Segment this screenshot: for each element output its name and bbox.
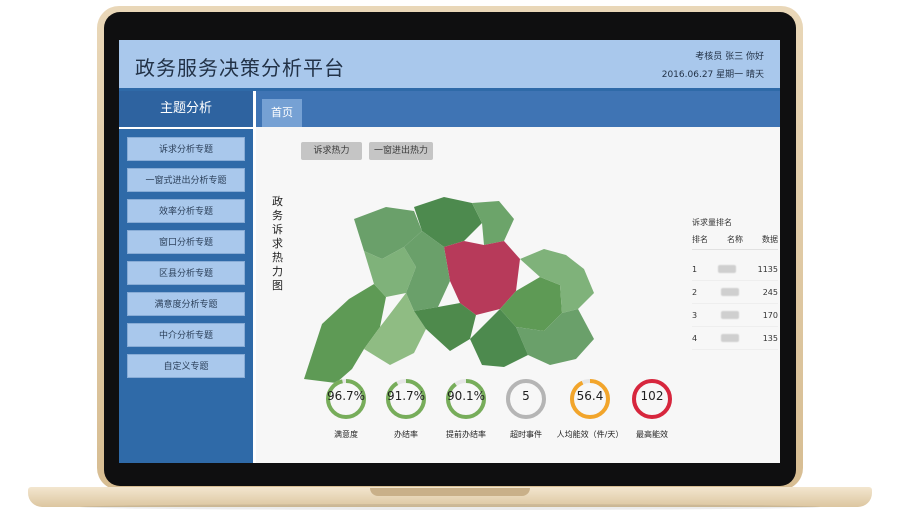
top-bar: 政务服务决策分析平台 考核员 张三 你好 2016.06.27 星期一 晴天 [119,40,780,91]
tab-strip: 首页 [256,91,780,127]
ranking-row: 2 245 [692,281,778,304]
stat-label: 最高能效 [636,430,668,439]
stats-row: 96.7% 满意度 91.7% 办结率 90.1% 提前办结率 5 超时事件 5… [310,377,730,461]
ranking-rank: 2 [692,287,698,297]
sidebar-item-window[interactable]: 窗口分析专题 [127,230,245,254]
ranking-value: 245 [762,287,778,297]
stat-value: 102 [640,389,664,403]
sidebar-item-district[interactable]: 区县分析专题 [127,261,245,285]
ranking-rank: 4 [692,333,698,343]
sidebar-item-satisfaction[interactable]: 满意度分析专题 [127,292,245,316]
ranking-name-redacted [720,334,739,342]
ranking-row: 1 1135 [692,258,778,281]
window-heat-button[interactable]: 一窗进出热力 [369,142,433,160]
sidebar-item-efficiency[interactable]: 效率分析专题 [127,199,245,223]
ranking-name-redacted [718,265,737,273]
map-region-west [304,284,386,383]
laptop-notch [370,488,530,496]
main-panel: 首页 诉求热力 一窗进出热力 政务诉求热力图 诉求量排名 排名 名称 数据 1 … [256,91,780,463]
sidebar-item-window-inout[interactable]: 一窗式进出分析专题 [127,168,245,192]
sidebar: 主题分析 诉求分析专题 一窗式进出分析专题 效率分析专题 窗口分析专题 区县分析… [119,91,253,463]
ranking-row: 3 170 [692,304,778,327]
ranking-row: 4 135 [692,327,778,350]
ranking-name-redacted [720,288,739,296]
user-greeting: 考核员 张三 你好 [695,52,764,62]
laptop-shadow [80,504,820,510]
ranking-panel: 诉求量排名 排名 名称 数据 1 1135 2 245 3 170 4 135 [692,217,778,350]
sidebar-title: 主题分析 [119,91,253,129]
sidebar-item-custom[interactable]: 自定义专题 [127,354,245,378]
tab-home[interactable]: 首页 [262,99,302,127]
ranking-col-rank: 排名 [692,235,708,244]
ranking-value: 1135 [757,264,778,274]
ranking-value: 170 [762,310,778,320]
ranking-header: 排名 名称 数据 [692,234,778,250]
ranking-rank: 3 [692,310,698,320]
sidebar-menu: 诉求分析专题 一窗式进出分析专题 效率分析专题 窗口分析专题 区县分析专题 满意… [119,129,253,378]
ranking-name-redacted [720,311,739,319]
ranking-rank: 1 [692,264,698,274]
user-info: 考核员 张三 你好 2016.06.27 星期一 晴天 [662,48,764,84]
ranking-value: 135 [762,333,778,343]
sidebar-item-agency[interactable]: 中介分析专题 [127,323,245,347]
heat-map[interactable] [294,189,614,397]
app-title: 政务服务决策分析平台 [135,56,345,80]
sidebar-item-demand[interactable]: 诉求分析专题 [127,137,245,161]
app-screen: 政务服务决策分析平台 考核员 张三 你好 2016.06.27 星期一 晴天 主… [119,40,780,463]
current-date: 2016.06.27 星期一 晴天 [661,70,764,80]
demand-heat-button[interactable]: 诉求热力 [301,142,362,160]
ranking-col-value: 数据 [762,235,778,244]
ranking-col-name: 名称 [727,235,743,244]
stat-value: 5 [522,389,530,403]
map-title: 政务诉求热力图 [272,195,283,292]
stat-label: 超时事件 [510,430,542,439]
ranking-title: 诉求量排名 [692,218,732,227]
stat-peak: 102 最高能效 [616,377,692,461]
